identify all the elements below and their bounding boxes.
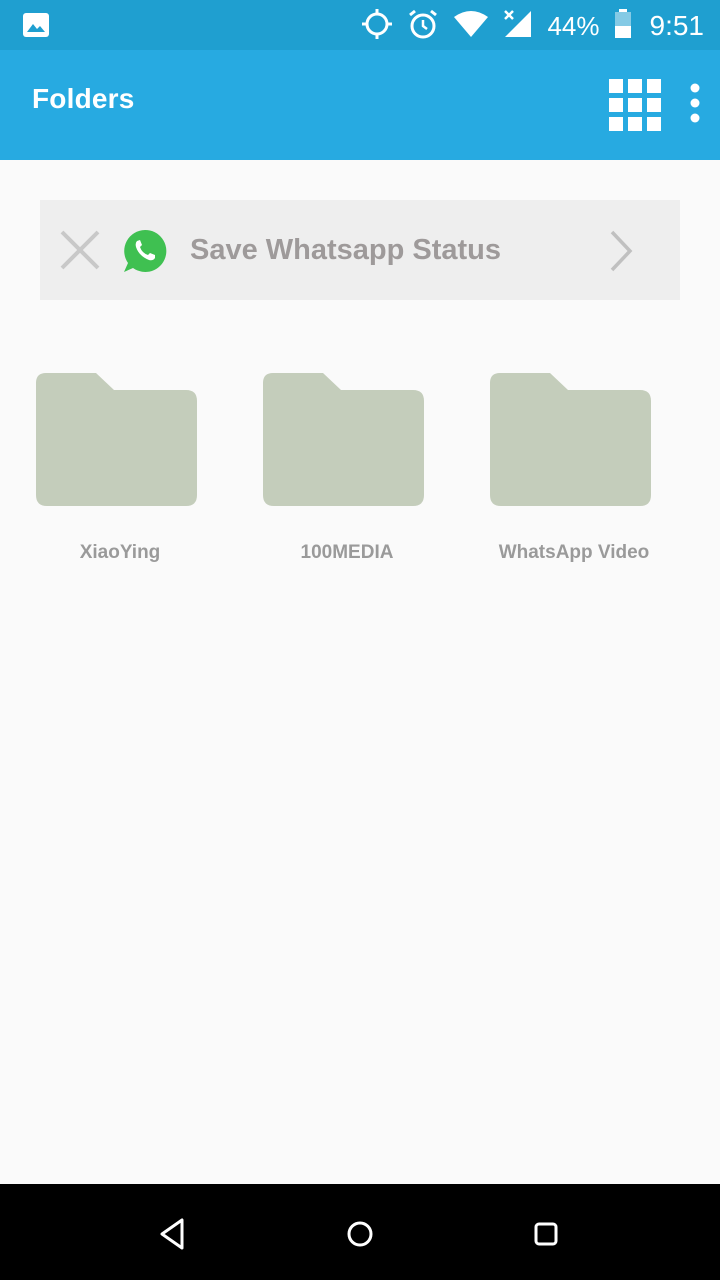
save-whatsapp-status-banner[interactable]: Save Whatsapp Status bbox=[40, 200, 680, 300]
battery-icon bbox=[614, 8, 632, 44]
folder-name: WhatsApp Video bbox=[498, 542, 650, 563]
close-icon bbox=[60, 230, 100, 270]
whatsapp-icon bbox=[122, 228, 168, 274]
more-options-button[interactable] bbox=[684, 83, 706, 127]
close-banner-button[interactable] bbox=[58, 228, 102, 272]
folder-item[interactable]: XiaoYing bbox=[20, 370, 220, 570]
navigation-bar bbox=[0, 1184, 720, 1280]
alarm-icon bbox=[407, 8, 439, 45]
page-title: Folders bbox=[32, 83, 135, 114]
status-bar: 44% 9:51 bbox=[0, 0, 720, 50]
banner-label: Save Whatsapp Status bbox=[190, 234, 502, 266]
location-icon bbox=[361, 8, 393, 45]
recents-button[interactable] bbox=[526, 1214, 566, 1254]
battery-percent: 44% bbox=[547, 10, 600, 41]
folder-icon bbox=[490, 373, 651, 506]
wifi-icon bbox=[453, 9, 489, 44]
grid-view-button[interactable] bbox=[608, 78, 662, 132]
home-icon bbox=[347, 1221, 373, 1247]
recents-icon bbox=[534, 1222, 558, 1246]
grid-view-icon bbox=[609, 79, 661, 131]
back-icon bbox=[160, 1218, 184, 1250]
folder-item[interactable]: 100MEDIA bbox=[247, 370, 447, 570]
folder-icon bbox=[36, 373, 197, 506]
folder-name: XiaoYing bbox=[79, 542, 161, 563]
folder-name: 100MEDIA bbox=[300, 542, 394, 563]
more-vert-icon bbox=[690, 83, 700, 123]
home-button[interactable] bbox=[340, 1214, 380, 1254]
signal-icon bbox=[503, 9, 533, 44]
app-bar: Folders bbox=[0, 50, 720, 160]
clock: 9:51 bbox=[649, 10, 705, 41]
image-notification-icon bbox=[22, 12, 50, 43]
folder-item[interactable]: WhatsApp Video bbox=[474, 370, 674, 570]
back-button[interactable] bbox=[154, 1214, 194, 1254]
folder-icon bbox=[263, 373, 424, 506]
chevron-right-icon bbox=[606, 228, 636, 274]
